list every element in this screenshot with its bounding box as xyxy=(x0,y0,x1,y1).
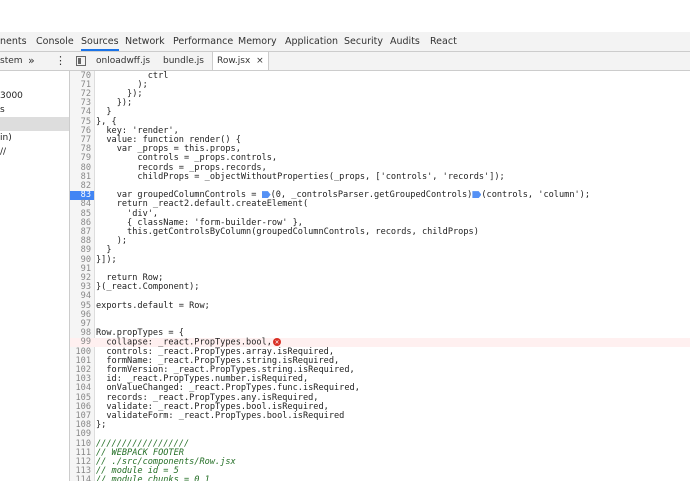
tab-security[interactable]: Security xyxy=(344,32,383,51)
code-line[interactable]: 91 xyxy=(70,264,690,274)
code-line[interactable]: 107 validateForm: _react.PropTypes.bool.… xyxy=(70,410,690,421)
panel-icon-bar xyxy=(78,58,81,64)
file-tab-bundle[interactable]: bundle.js xyxy=(163,52,204,70)
code-line[interactable]: 88 ); xyxy=(70,236,690,246)
browser-top-area xyxy=(0,0,690,33)
code-line[interactable]: 71 ); xyxy=(70,80,690,90)
code-line[interactable]: 89 } xyxy=(70,246,690,255)
devtools-panel-tabs: nents Console Sources Network Performanc… xyxy=(0,32,690,52)
line-number[interactable]: 114 xyxy=(70,476,91,481)
code-line[interactable]: 70 ctrl xyxy=(70,71,690,81)
tab-application[interactable]: Application xyxy=(285,32,338,51)
file-navigator: 3000 s in) // xyxy=(0,71,70,481)
inline-breakpoint-icon[interactable] xyxy=(472,191,482,199)
code-line[interactable]: 95 exports.default = Row; xyxy=(70,300,690,311)
code-line[interactable]: 87 this.getControlsByColumn(groupedColum… xyxy=(70,226,690,237)
code-line[interactable]: 84 return _react2.default.createElement( xyxy=(70,200,690,209)
tab-audits[interactable]: Audits xyxy=(390,32,420,51)
code-text: this.getControlsByColumn(groupedColumnCo… xyxy=(96,226,479,237)
more-tabs-icon[interactable]: » xyxy=(28,52,35,70)
tab-console[interactable]: Console xyxy=(36,32,74,51)
code-text: }; xyxy=(96,420,107,431)
tab-network[interactable]: Network xyxy=(125,32,165,51)
code-text: Row.propTypes = { xyxy=(96,328,184,339)
code-line[interactable]: 114 // module chunks = 0 1 xyxy=(70,476,690,481)
code-text: // module chunks = 0 1 xyxy=(96,475,210,481)
code-line[interactable]: 73 }); xyxy=(70,98,690,108)
file-tab-label: Row.jsx xyxy=(217,56,251,66)
tab-performance[interactable]: Performance xyxy=(173,32,233,51)
code-line[interactable]: 81 childProps = _objectWithoutProperties… xyxy=(70,171,690,182)
code-line[interactable]: 74 } xyxy=(70,108,690,117)
file-tab-onloadwff[interactable]: onloadwff.js xyxy=(96,52,150,70)
code-line[interactable]: 108}; xyxy=(70,420,690,431)
navigator-item[interactable]: 3000 xyxy=(0,89,69,103)
code-line[interactable]: 96 xyxy=(70,310,690,320)
code-line[interactable]: 93}(_react.Component); xyxy=(70,282,690,293)
tab-memory[interactable]: Memory xyxy=(238,32,277,51)
toggle-navigator-icon[interactable] xyxy=(76,56,86,66)
navigator-item-selected[interactable] xyxy=(0,117,69,131)
code-text: }]); xyxy=(96,254,117,265)
navigator-item[interactable]: in) xyxy=(0,131,69,145)
code-text: }(_react.Component); xyxy=(96,282,200,293)
inline-breakpoint-icon[interactable] xyxy=(261,191,271,199)
kebab-menu-icon[interactable]: ⋮ xyxy=(55,52,66,70)
tab-elements[interactable]: nents xyxy=(0,32,27,51)
navigator-item[interactable]: // xyxy=(0,145,69,159)
code-line[interactable]: 98 Row.propTypes = { xyxy=(70,328,690,339)
code-text: childProps = _objectWithoutProperties(_p… xyxy=(96,171,505,182)
code-editor[interactable]: 70 ctrl 71 ); 72 }); 73 }); 74 } 75}, {76 key… xyxy=(70,71,690,481)
file-tab-row-jsx[interactable]: Row.jsx × xyxy=(212,52,269,70)
tab-react[interactable]: React xyxy=(430,32,457,51)
close-tab-icon[interactable]: × xyxy=(256,56,264,66)
navigator-tab-filesystem[interactable]: stem xyxy=(0,52,23,70)
tab-sources[interactable]: Sources xyxy=(81,32,119,51)
code-text: exports.default = Row; xyxy=(96,300,210,311)
error-icon[interactable]: ✕ xyxy=(272,338,281,347)
navigator-item[interactable]: s xyxy=(0,103,69,117)
code-line[interactable]: 90}]); xyxy=(70,254,690,265)
code-line[interactable]: 72 }); xyxy=(70,89,690,99)
code-text: validateForm: _react.PropTypes.bool.isRe… xyxy=(96,410,345,421)
sources-subbar: stem » ⋮ onloadwff.js bundle.js Row.jsx … xyxy=(0,52,690,71)
